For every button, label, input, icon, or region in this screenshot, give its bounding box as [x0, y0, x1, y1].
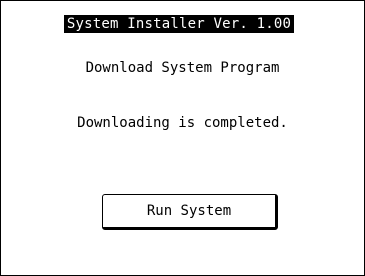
status-message: Downloading is completed.	[77, 115, 288, 131]
page-subtitle: Download System Program	[85, 60, 280, 76]
installer-screen: System Installer Ver. 1.00 Download Syst…	[0, 0, 365, 276]
title-bar: System Installer Ver. 1.00	[64, 15, 294, 33]
run-system-button[interactable]: Run System	[102, 194, 278, 230]
